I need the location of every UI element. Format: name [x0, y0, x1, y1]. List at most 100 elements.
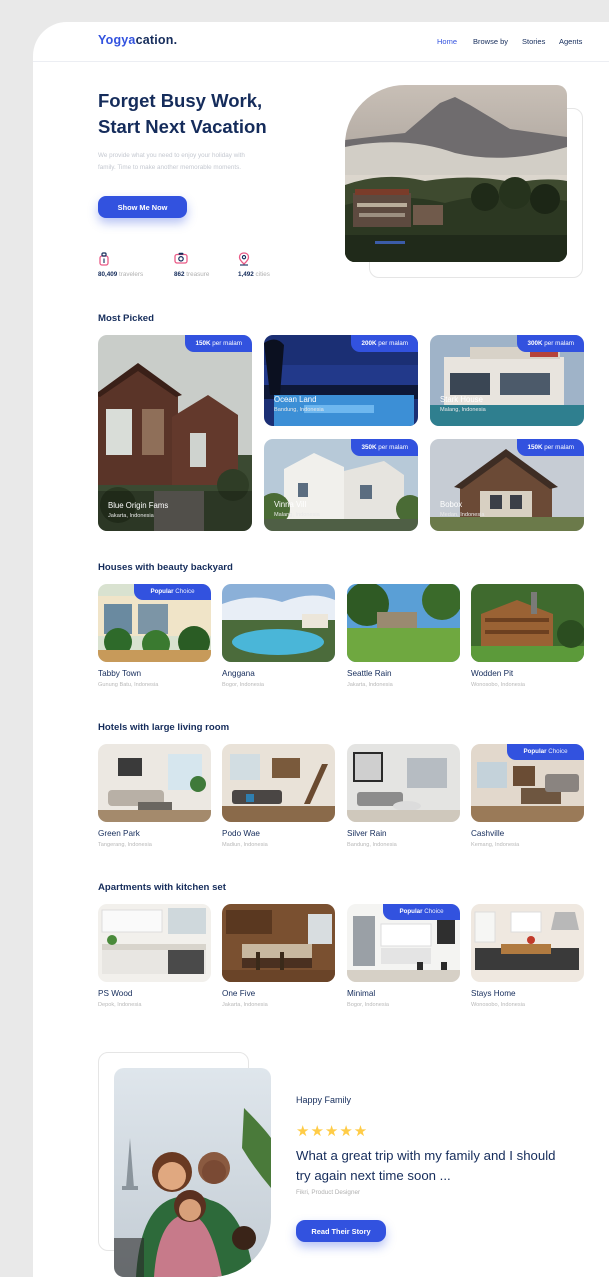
- price-suffix: per malam: [212, 340, 242, 347]
- backyard-card-1-name[interactable]: Tabby Town: [98, 669, 141, 678]
- property-name: Stark House: [440, 395, 483, 404]
- price-badge: 150K per malam: [517, 439, 584, 456]
- living-card-2-location: Madiun, Indonesia: [222, 842, 268, 848]
- hero-title-line2: Start Next Vacation: [98, 116, 267, 137]
- stat-treasure-label: treasure: [186, 271, 210, 278]
- backyard-card-3-image[interactable]: [347, 584, 460, 662]
- traveler-icon: [98, 252, 110, 266]
- price-value: 350K: [361, 444, 377, 451]
- backyard-section-title: Houses with beauty backyard: [98, 562, 233, 573]
- testimonial-quote: What a great trip with my family and I s…: [296, 1148, 556, 1183]
- nav-home[interactable]: Home: [437, 37, 457, 46]
- hero-title-line1: Forget Busy Work,: [98, 90, 263, 111]
- most-picked-card-5[interactable]: 150K per malam Bobox Medan, Indonesia: [430, 439, 584, 531]
- backyard-card-4-location: Wonosobo, Indonesia: [471, 682, 526, 688]
- kitchen-card-3-name[interactable]: Minimal: [347, 989, 375, 998]
- most-picked-card-4[interactable]: 350K per malam Vinna Vill Malang, Indone…: [264, 439, 418, 531]
- living-card-3-image[interactable]: [347, 744, 460, 822]
- brand-logo[interactable]: Yogyacation.: [98, 33, 177, 47]
- stat-cities: 1,492 cities: [238, 271, 270, 278]
- stat-treasure-value: 862: [174, 271, 185, 278]
- testimonial-author: Fikri, Product Designer: [296, 1189, 361, 1196]
- most-picked-card-3[interactable]: 300K per malam Stark House Malang, Indon…: [430, 335, 584, 426]
- hero-description: We provide what you need to enjoy your h…: [98, 152, 245, 171]
- stat-cities-label: cities: [255, 271, 270, 278]
- kitchen-card-4-location: Wonosobo, Indonesia: [471, 1002, 526, 1008]
- testimonial-family-image: [114, 1068, 271, 1277]
- most-picked-title: Most Picked: [98, 313, 154, 324]
- living-card-3-name[interactable]: Silver Rain: [347, 829, 387, 838]
- stat-cities-value: 1,492: [238, 271, 254, 278]
- living-card-4-image[interactable]: Popular Choice: [471, 744, 584, 822]
- kitchen-card-3-location: Bogor, Indonesia: [347, 1002, 389, 1008]
- price-suffix: per malam: [544, 444, 574, 451]
- price-suffix: per malam: [378, 340, 408, 347]
- top-navigation: Yogyacation. Home Browse by Stories Agen…: [33, 22, 609, 62]
- stat-treasure: 862 treasure: [174, 271, 209, 278]
- read-their-story-button[interactable]: Read Their Story: [296, 1220, 386, 1242]
- brand-part2: cation.: [135, 33, 178, 47]
- backyard-card-2-location: Bogor, Indonesia: [222, 682, 264, 688]
- choice-label: Choice: [173, 588, 195, 595]
- stat-travelers-label: travelers: [119, 271, 144, 278]
- nav-agents[interactable]: Agents: [559, 37, 582, 46]
- nav-stories[interactable]: Stories: [522, 37, 545, 46]
- location-pin-icon: [238, 252, 250, 266]
- price-value: 200K: [361, 340, 377, 347]
- price-value: 300K: [527, 340, 543, 347]
- kitchen-card-4-image[interactable]: [471, 904, 584, 982]
- price-value: 150K: [195, 340, 211, 347]
- kitchen-card-1-location: Depok, Indonesia: [98, 1002, 142, 1008]
- price-badge: 350K per malam: [351, 439, 418, 456]
- backyard-card-2-name[interactable]: Anggana: [222, 669, 255, 678]
- living-section-title: Hotels with large living room: [98, 722, 230, 733]
- backyard-card-3-name[interactable]: Seattle Rain: [347, 669, 392, 678]
- most-picked-card-2[interactable]: 200K per malam Ocean Land Bandung, Indon…: [264, 335, 418, 426]
- show-me-now-button[interactable]: Show Me Now: [98, 196, 187, 218]
- rating-stars: ★★★★★: [296, 1123, 369, 1140]
- brand-part1: Yogya: [98, 33, 136, 47]
- stat-travelers-value: 80,409: [98, 271, 118, 278]
- kitchen-card-1-name[interactable]: PS Wood: [98, 989, 132, 998]
- kitchen-card-4-name[interactable]: Stays Home: [471, 989, 516, 998]
- property-name: Blue Origin Fams: [108, 501, 169, 510]
- property-location: Medan, Indonesia: [440, 512, 485, 518]
- backyard-card-1-image[interactable]: Popular Choice: [98, 584, 211, 662]
- hero-image: [345, 85, 567, 262]
- kitchen-card-1-image[interactable]: [98, 904, 211, 982]
- living-card-2-image[interactable]: [222, 744, 335, 822]
- kitchen-card-2-image[interactable]: [222, 904, 335, 982]
- property-location: Malang, Indonesia: [274, 512, 320, 518]
- property-location: Malang, Indonesia: [440, 407, 486, 413]
- living-card-3-location: Bandung, Indonesia: [347, 842, 397, 848]
- price-badge: 200K per malam: [351, 335, 418, 352]
- choice-label: Choice: [422, 908, 444, 915]
- property-name: Bobox: [440, 500, 463, 509]
- stat-travelers: 80,409 travelers: [98, 271, 143, 278]
- living-card-1-name[interactable]: Green Park: [98, 829, 140, 838]
- popular-label: Popular: [150, 588, 174, 595]
- kitchen-card-3-image[interactable]: Popular Choice: [347, 904, 460, 982]
- testimonial-title: Happy Family: [296, 1095, 352, 1105]
- nav-browse-by[interactable]: Browse by: [473, 37, 508, 46]
- property-location: Jakarta, Indonesia: [108, 513, 154, 519]
- backyard-card-4-name[interactable]: Wodden Pit: [471, 669, 513, 678]
- price-suffix: per malam: [378, 444, 408, 451]
- price-badge: 300K per malam: [517, 335, 584, 352]
- living-card-2-name[interactable]: Podo Wae: [222, 829, 260, 838]
- kitchen-card-2-name[interactable]: One Five: [222, 989, 255, 998]
- backyard-card-2-image[interactable]: [222, 584, 335, 662]
- backyard-card-1-location: Gunung Batu, Indonesia: [98, 682, 159, 688]
- most-picked-card-1[interactable]: 150K per malam Blue Origin Fams Jakarta,…: [98, 335, 252, 531]
- popular-label: Popular: [399, 908, 423, 915]
- kitchen-section-title: Apartments with kitchen set: [98, 882, 226, 893]
- backyard-card-4-image[interactable]: [471, 584, 584, 662]
- price-value: 150K: [527, 444, 543, 451]
- living-card-4-name[interactable]: Cashville: [471, 829, 504, 838]
- backyard-card-3-location: Jakarta, Indonesia: [347, 682, 393, 688]
- choice-label: Choice: [546, 748, 568, 755]
- kitchen-card-2-location: Jakarta, Indonesia: [222, 1002, 268, 1008]
- living-card-1-location: Tangerang, Indonesia: [98, 842, 152, 848]
- living-card-1-image[interactable]: [98, 744, 211, 822]
- camera-icon: [174, 252, 188, 264]
